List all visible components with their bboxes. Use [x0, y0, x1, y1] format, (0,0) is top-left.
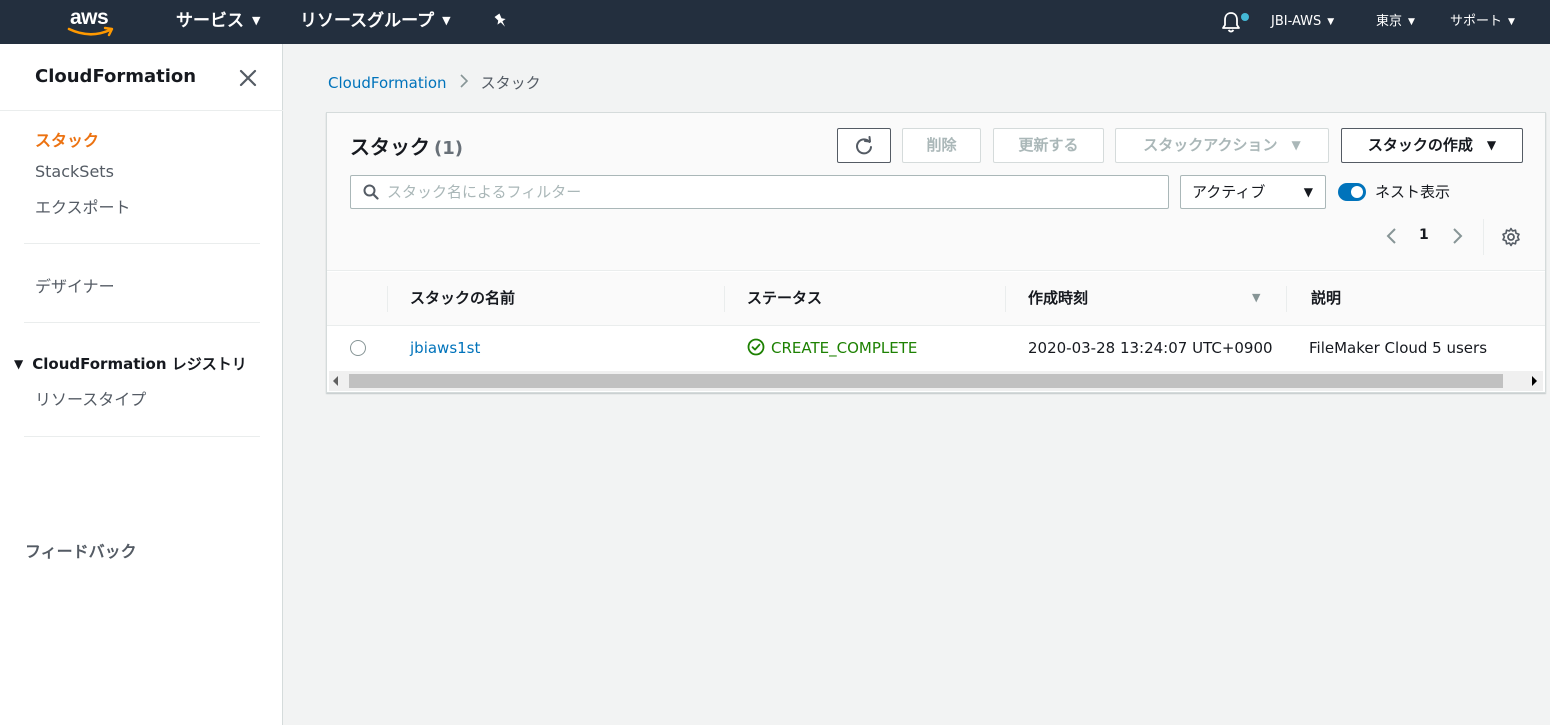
- chevron-right-icon: [459, 74, 469, 92]
- sidebar-divider: [24, 436, 260, 437]
- sidebar-item-stacks[interactable]: スタック: [35, 127, 99, 151]
- stacks-header: スタック(1) 削除 更新する スタックアクション ▼ スタックの作成 ▼ アクティ…: [327, 113, 1545, 271]
- sidebar-item-resource-types[interactable]: リソースタイプ: [35, 386, 146, 410]
- resource-groups-label: リソースグループ: [300, 11, 435, 31]
- stack-filter-search: [350, 175, 1169, 209]
- refresh-icon: [856, 136, 872, 155]
- column-header-created-time[interactable]: 作成時刻: [1005, 272, 1088, 326]
- sidebar: CloudFormation スタック StackSets エクスポート デザイ…: [0, 44, 283, 725]
- notifications-bell-icon[interactable]: [1220, 10, 1249, 36]
- sidebar-item-designer[interactable]: デザイナー: [35, 273, 115, 297]
- pagination-page-1[interactable]: 1: [1419, 227, 1429, 243]
- chevron-down-icon: ▼: [252, 14, 261, 27]
- sidebar-item-stacksets[interactable]: StackSets: [35, 162, 114, 181]
- support-menu[interactable]: サポート ▼: [1450, 0, 1515, 44]
- scroll-left-icon[interactable]: [333, 376, 338, 386]
- caret-down-icon: ▼: [14, 357, 24, 371]
- stack-actions-button[interactable]: スタックアクション ▼: [1115, 128, 1329, 163]
- close-icon[interactable]: [238, 68, 258, 88]
- column-header-stack-name[interactable]: スタックの名前: [387, 272, 515, 326]
- delete-button[interactable]: 削除: [902, 128, 981, 163]
- stacks-count: (1): [434, 138, 463, 159]
- sidebar-item-exports[interactable]: エクスポート: [35, 194, 131, 218]
- update-button[interactable]: 更新する: [993, 128, 1104, 163]
- stacks-title: スタック (1): [350, 131, 463, 160]
- pin-icon[interactable]: [492, 12, 510, 30]
- caret-down-icon: ▼: [1291, 138, 1301, 152]
- stacks-title-text: スタック: [350, 135, 430, 159]
- stack-description: FileMaker Cloud 5 users: [1309, 339, 1488, 357]
- stack-status: CREATE_COMPLETE: [747, 326, 917, 370]
- table-header: スタックの名前 ステータス 作成時刻 説明: [327, 272, 1545, 326]
- status-filter-value: アクティブ: [1192, 183, 1266, 201]
- breadcrumb-root-link[interactable]: CloudFormation: [328, 74, 447, 92]
- stack-created-time: 2020-03-28 13:24:07 UTC+0900: [1028, 339, 1273, 357]
- scroll-right-icon[interactable]: [1532, 376, 1537, 386]
- sidebar-title: CloudFormation: [35, 66, 197, 87]
- pagination-prev-icon[interactable]: [1385, 227, 1401, 247]
- refresh-button[interactable]: [837, 128, 891, 163]
- breadcrumb: CloudFormation スタック: [328, 72, 541, 93]
- check-circle-icon: [747, 338, 765, 356]
- stack-name-link[interactable]: jbiaws1st: [410, 326, 480, 370]
- sidebar-section-registry[interactable]: ▼ CloudFormation レジストリ: [14, 353, 247, 374]
- chevron-down-icon: ▼: [1508, 17, 1515, 27]
- sort-descending-icon[interactable]: ▼: [1252, 291, 1260, 304]
- notification-dot: [1241, 13, 1249, 21]
- sidebar-section-label: CloudFormation レジストリ: [32, 355, 247, 373]
- stacks-table-container: スタック(1) 削除 更新する スタックアクション ▼ スタックの作成 ▼ アクティ…: [326, 112, 1546, 393]
- sidebar-divider: [24, 322, 260, 323]
- top-navigation: aws サービス ▼ リソースグループ ▼ JBI-AWS ▼ 東京 ▼ サポート ▼: [0, 0, 1550, 44]
- horizontal-scrollbar[interactable]: [329, 371, 1543, 391]
- table-row: jbiaws1st CREATE_COMPLETE 2020-03-28 13:…: [327, 326, 1545, 370]
- chevron-down-icon: ▼: [1408, 17, 1415, 27]
- sidebar-header: CloudFormation: [0, 44, 283, 111]
- stack-status-text: CREATE_COMPLETE: [771, 339, 918, 357]
- aws-smile-icon: [67, 26, 114, 37]
- account-menu[interactable]: JBI-AWS ▼: [1271, 0, 1334, 44]
- stack-actions-label: スタックアクション: [1143, 136, 1278, 154]
- chevron-down-icon: ▼: [442, 14, 451, 27]
- search-icon: [363, 184, 379, 200]
- caret-down-icon: ▼: [1303, 185, 1313, 199]
- scrollbar-thumb[interactable]: [349, 374, 1503, 388]
- region-label: 東京: [1376, 14, 1403, 29]
- column-divider: [1286, 286, 1287, 312]
- row-select-radio[interactable]: [350, 340, 366, 356]
- status-filter-select[interactable]: アクティブ ▼: [1180, 175, 1326, 209]
- services-label: サービス: [176, 11, 244, 31]
- feedback-link[interactable]: フィードバック: [25, 538, 137, 562]
- pagination-next-icon[interactable]: [1452, 227, 1468, 247]
- resource-groups-menu[interactable]: リソースグループ ▼: [300, 0, 451, 44]
- caret-down-icon: ▼: [1486, 138, 1497, 152]
- toggle-knob: [1351, 186, 1363, 198]
- breadcrumb-current: スタック: [480, 74, 541, 92]
- region-menu[interactable]: 東京 ▼: [1376, 0, 1415, 44]
- sidebar-divider: [24, 243, 260, 244]
- search-input[interactable]: [387, 176, 1157, 208]
- create-stack-label: スタックの作成: [1367, 136, 1473, 154]
- chevron-down-icon: ▼: [1327, 17, 1335, 27]
- aws-logo[interactable]: aws: [64, 4, 124, 40]
- pagination-divider: [1483, 219, 1484, 255]
- create-stack-button[interactable]: スタックの作成 ▼: [1341, 128, 1523, 163]
- services-menu[interactable]: サービス ▼: [176, 0, 260, 44]
- column-header-description[interactable]: 説明: [1288, 272, 1341, 326]
- nested-view-toggle[interactable]: [1338, 183, 1366, 201]
- nested-view-label: ネスト表示: [1375, 183, 1451, 201]
- support-label: サポート: [1450, 14, 1503, 29]
- settings-gear-icon[interactable]: [1501, 227, 1521, 247]
- column-header-status[interactable]: ステータス: [724, 272, 822, 326]
- account-label: JBI-AWS: [1271, 14, 1322, 29]
